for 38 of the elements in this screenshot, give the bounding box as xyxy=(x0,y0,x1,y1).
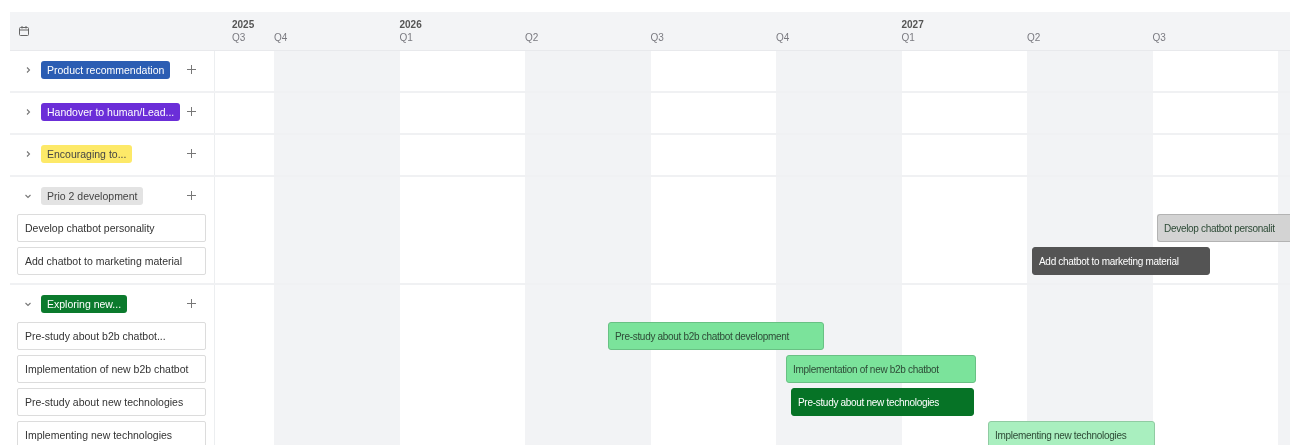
quarter-label: Q3 xyxy=(232,31,247,44)
chevron-right-icon[interactable] xyxy=(24,149,32,158)
quarter-label: Q4 xyxy=(776,31,791,44)
plus-icon[interactable] xyxy=(187,299,196,308)
quarter-label: Q3 xyxy=(650,31,665,44)
chevron-right-icon[interactable] xyxy=(24,65,32,74)
timeline-bar[interactable]: Develop chatbot personalit xyxy=(1157,214,1290,242)
group-tag: Exploring new... xyxy=(41,294,128,313)
calendar-icon[interactable] xyxy=(19,26,29,36)
quarter-label: Q1 xyxy=(901,31,916,44)
quarter-label: Q2 xyxy=(1027,31,1042,44)
group-tag: Encouraging to... xyxy=(41,144,133,163)
quarter-label: Q3 xyxy=(1152,31,1167,44)
plus-icon[interactable] xyxy=(187,107,196,116)
plus-icon[interactable] xyxy=(187,65,196,74)
group-tag: Prio 2 development xyxy=(41,186,144,205)
timeline-bar[interactable]: Implementation of new b2b chatbot xyxy=(786,355,976,383)
task-item[interactable]: Pre-study about new technologies xyxy=(17,388,206,416)
timeline-bar[interactable]: Pre-study about new technologies xyxy=(791,388,974,416)
task-item[interactable]: Add chatbot to marketing material xyxy=(17,247,206,275)
task-item[interactable]: Implementation of new b2b chatbot xyxy=(17,355,206,383)
quarter-label: Q4 xyxy=(274,31,289,44)
quarter-label: Q2 xyxy=(525,31,540,44)
plus-icon[interactable] xyxy=(187,149,196,158)
year-label: 2025 xyxy=(232,18,256,31)
chevron-right-icon[interactable] xyxy=(24,107,32,116)
year-label: 2027 xyxy=(901,18,925,31)
timeline-bar[interactable]: Pre-study about b2b chatbot development xyxy=(608,322,824,350)
timeline-bar[interactable]: Add chatbot to marketing material xyxy=(1032,247,1210,275)
group-tag: Handover to human/Lead... xyxy=(41,102,181,121)
quarter-label: Q1 xyxy=(399,31,414,44)
year-label: 2026 xyxy=(399,18,423,31)
group-tag: Product recommendation xyxy=(41,60,171,79)
task-item[interactable]: Pre-study about b2b chatbot... xyxy=(17,322,206,350)
task-item[interactable]: Implementing new technologies xyxy=(17,421,206,445)
timeline-bar[interactable]: Implementing new technologies xyxy=(988,421,1155,445)
plus-icon[interactable] xyxy=(187,191,196,200)
task-item[interactable]: Develop chatbot personality xyxy=(17,214,206,242)
